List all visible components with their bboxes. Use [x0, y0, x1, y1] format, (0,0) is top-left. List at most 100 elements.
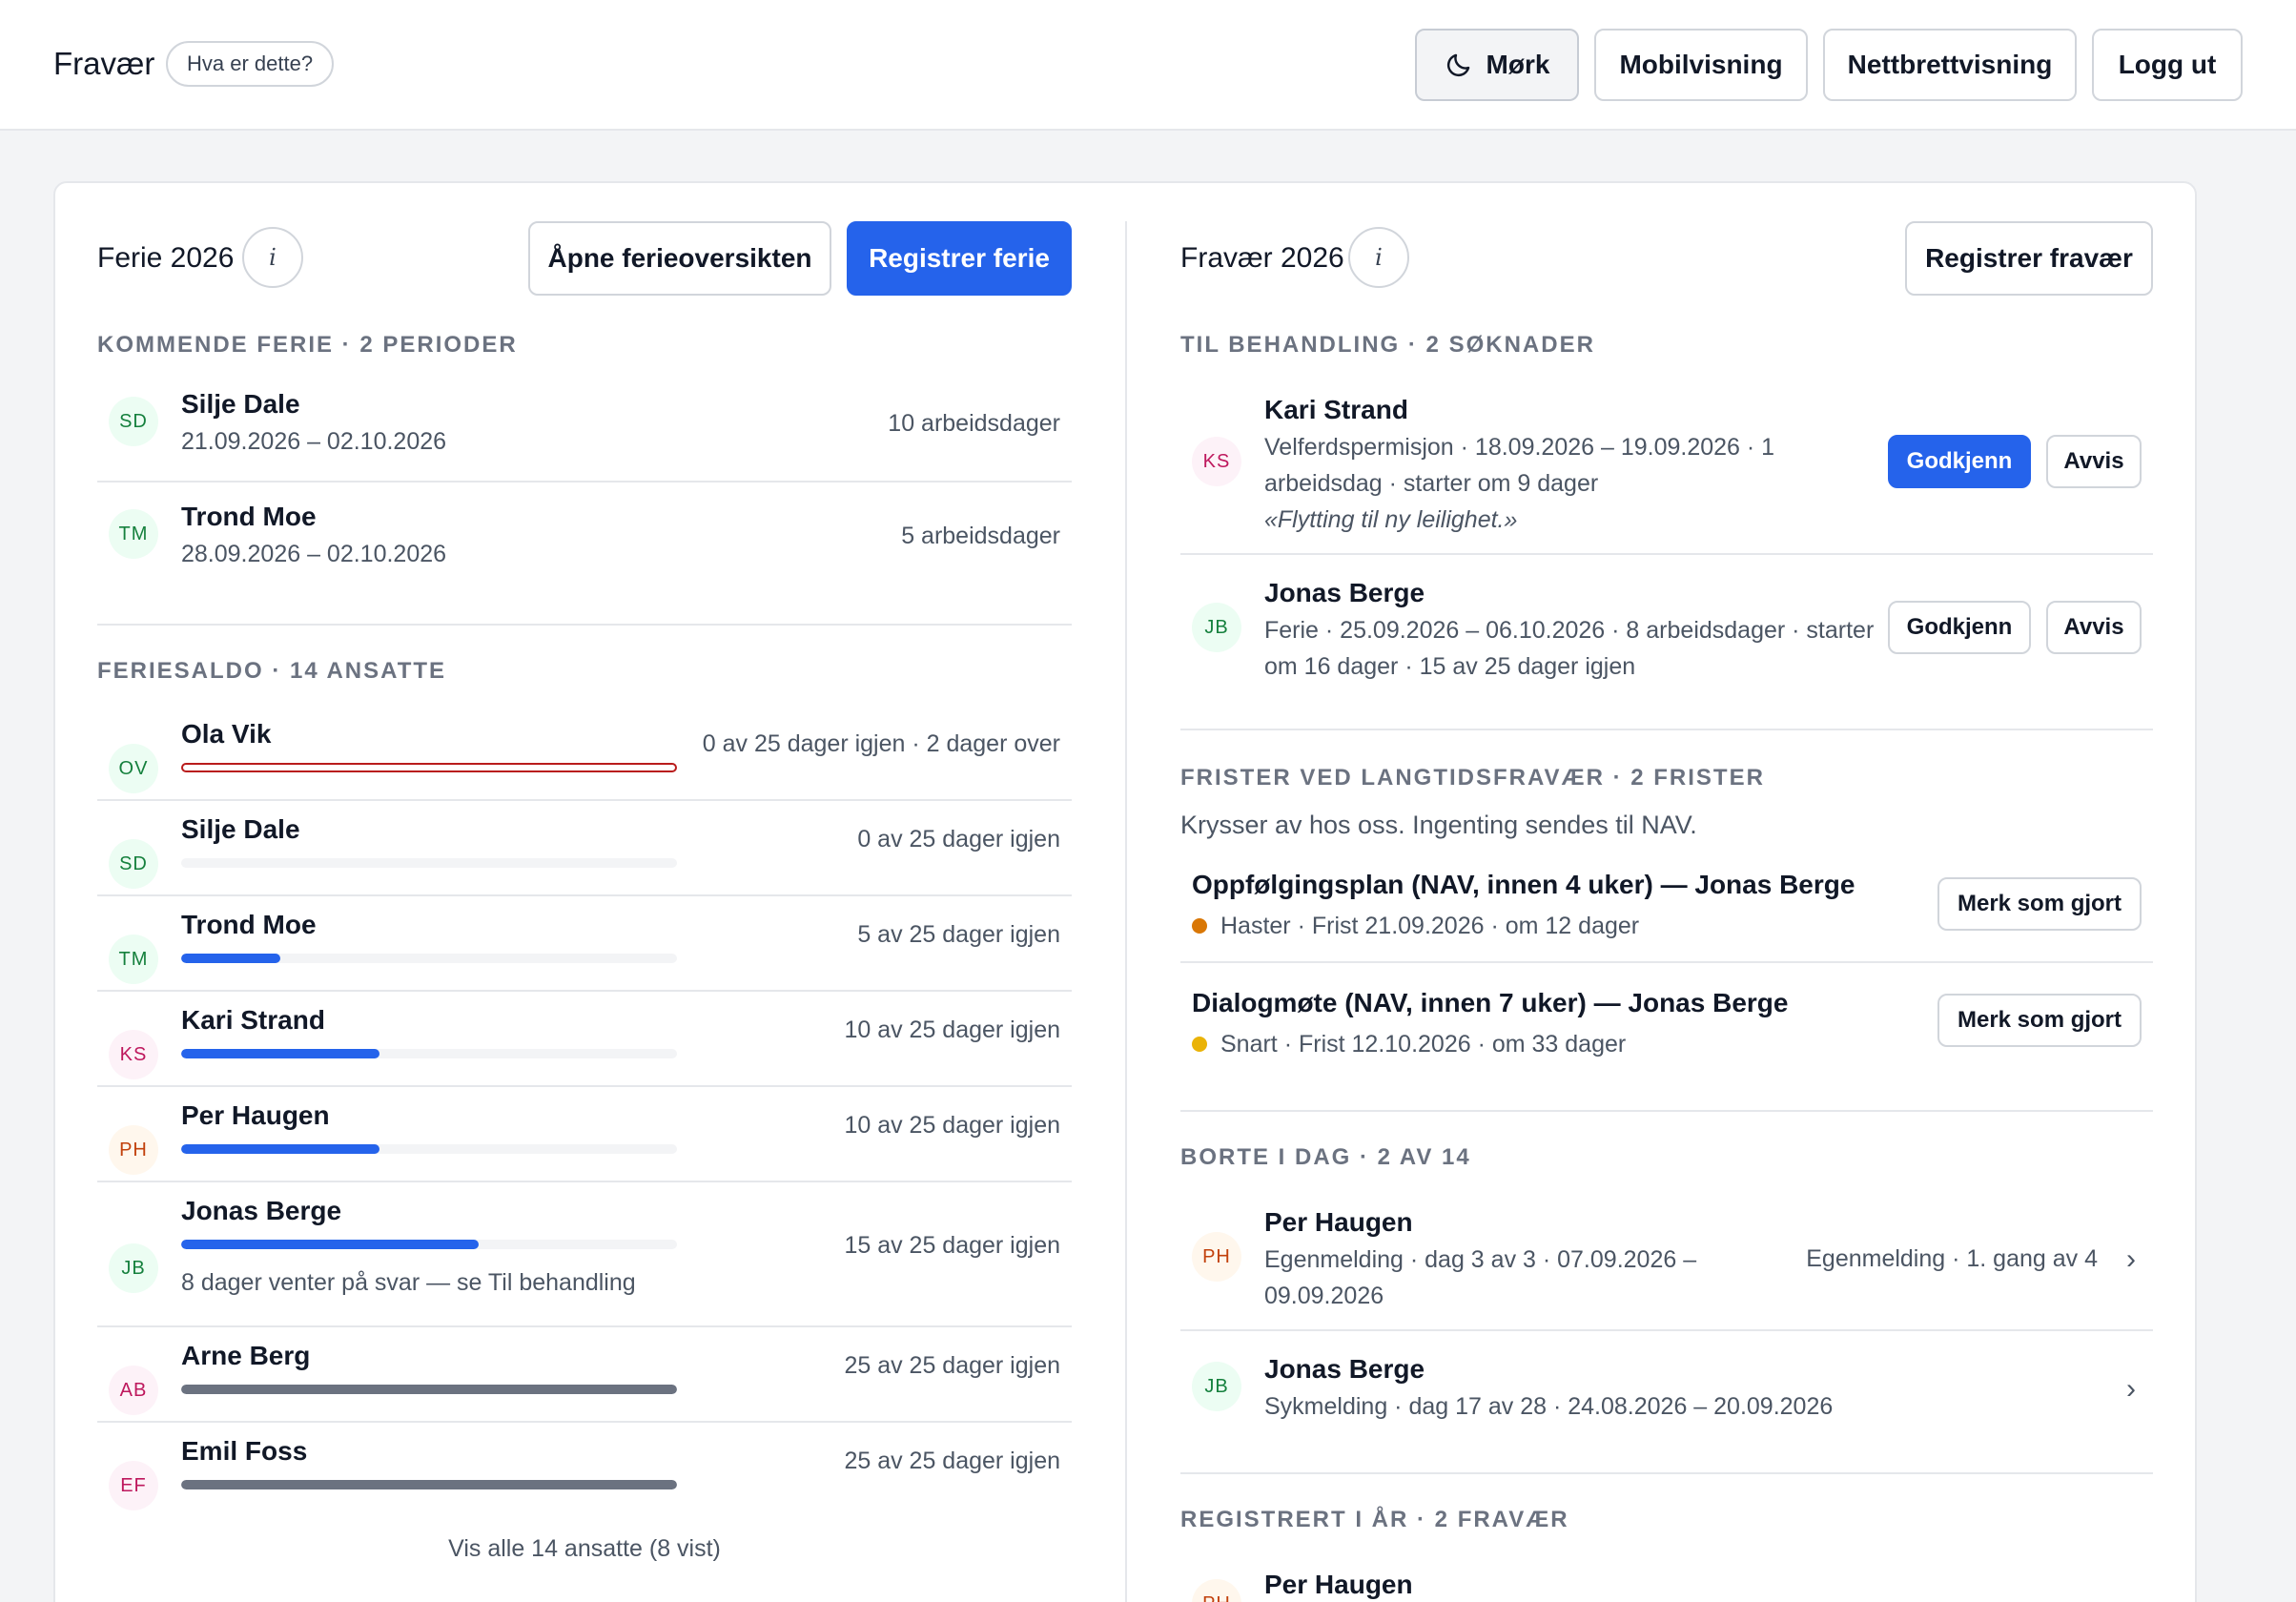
balance-bar — [181, 1240, 677, 1249]
workday-count: 5 arbeidsdager — [901, 523, 1060, 549]
balance-bar-fill — [181, 954, 280, 963]
employee-name: Silje Dale — [181, 814, 300, 844]
employee-name: Trond Moe — [181, 910, 317, 939]
dark-mode-button[interactable]: Mørk — [1415, 29, 1579, 101]
balance-bar — [181, 1480, 677, 1489]
divider — [97, 1325, 1072, 1327]
approve-button[interactable]: Godkjenn — [1888, 435, 2031, 488]
balance-bar-overdrawn — [181, 763, 677, 772]
vacation-dates: 21.09.2026 – 02.10.2026 — [181, 428, 447, 455]
vacation-balance-text: 25 av 25 dager igjen — [844, 1448, 1060, 1474]
pending-details-line: om 16 dager · 15 av 25 dager igjen — [1264, 653, 1636, 680]
logout-button[interactable]: Logg ut — [2092, 29, 2243, 101]
approve-button[interactable]: Godkjenn — [1888, 601, 2031, 654]
away-name: Per Haugen — [1264, 1207, 1413, 1237]
help-pill[interactable]: Hva er dette? — [166, 41, 335, 87]
vacation-balance-text: 10 av 25 dager igjen — [844, 1112, 1060, 1139]
employee-name: Silje Dale — [181, 389, 300, 419]
divider — [1180, 1472, 2153, 1474]
balance-bar — [181, 858, 677, 868]
balance-bar-fill — [181, 1385, 677, 1394]
deadline-title: Dialogmøte (NAV, innen 7 uker) — Jonas B… — [1192, 988, 1789, 1017]
avatar: JB — [1192, 603, 1241, 652]
mobile-view-button[interactable]: Mobilvisning — [1594, 29, 1808, 101]
upcoming-vacation-label: KOMMENDE FERIE · 2 PERIODER — [97, 332, 518, 358]
vacation-title: Ferie 2026 — [97, 242, 235, 274]
avatar: TM — [109, 509, 158, 559]
avatar: JB — [1192, 1362, 1241, 1411]
divider — [97, 990, 1072, 992]
info-icon[interactable]: i — [1348, 227, 1409, 288]
avatar: SD — [109, 839, 158, 889]
deadlines-intro: Krysser av hos oss. Ingenting sendes til… — [1180, 811, 1697, 839]
away-details: Egenmelding · dag 3 av 3 · 07.09.2026 – … — [1264, 1242, 1760, 1314]
avatar: KS — [109, 1030, 158, 1079]
balance-bar — [181, 1049, 677, 1058]
divider — [1180, 553, 2153, 555]
deadline-status: Snart · Frist 12.10.2026 · om 33 dager — [1220, 1031, 1627, 1058]
divider — [97, 1181, 1072, 1182]
divider — [97, 894, 1072, 896]
register-vacation-button[interactable]: Registrer ferie — [847, 221, 1072, 296]
pending-details-line: Ferie · 25.09.2026 – 06.10.2026 · 8 arbe… — [1264, 617, 1875, 644]
tablet-view-button[interactable]: Nettbrettvisning — [1823, 29, 2077, 101]
balance-bar — [181, 1385, 677, 1394]
employee-name: Emil Foss — [181, 1436, 308, 1466]
vacation-balance-text: 5 av 25 dager igjen — [857, 921, 1060, 948]
registered-label: REGISTRERT I ÅR · 2 FRAVÆR — [1180, 1507, 1569, 1532]
balance-bar-fill — [181, 1480, 677, 1489]
balance-bar — [181, 954, 677, 963]
registered-name: Per Haugen — [1264, 1570, 1413, 1599]
mark-done-button[interactable]: Merk som gjort — [1937, 877, 2142, 931]
divider — [1180, 961, 2153, 963]
chevron-right-icon[interactable]: › — [2126, 1373, 2136, 1406]
workday-count: 10 arbeidsdager — [888, 410, 1060, 437]
chevron-right-icon[interactable]: › — [2126, 1243, 2136, 1276]
app-title: Fravær — [53, 46, 155, 81]
moon-icon — [1446, 53, 1469, 77]
avatar: EF — [109, 1461, 158, 1510]
vacation-balance-text: 10 av 25 dager igjen — [844, 1017, 1060, 1043]
avatar: OV — [109, 744, 158, 793]
divider — [97, 481, 1072, 483]
top-bar: Fravær Hva er dette? Mørk Mobilvisning N… — [0, 0, 2296, 131]
employee-name: Trond Moe — [181, 502, 317, 531]
pending-details: Velferdspermisjon · 18.09.2026 – 19.09.2… — [1264, 429, 1894, 538]
balance-bar-fill — [181, 1049, 379, 1058]
avatar: PH — [109, 1125, 158, 1175]
deadline-title: Oppfølgingsplan (NAV, innen 4 uker) — Jo… — [1192, 870, 1855, 899]
balance-bar-fill — [181, 1240, 479, 1249]
pending-details-line: Velferdspermisjon · 18.09.2026 – 19.09.2… — [1264, 434, 1775, 461]
info-icon[interactable]: i — [242, 227, 303, 288]
avatar: PH — [1192, 1232, 1241, 1282]
vacation-dates: 28.09.2026 – 02.10.2026 — [181, 541, 447, 567]
register-absence-button[interactable]: Registrer fravær — [1905, 221, 2153, 296]
vacation-balance-text: 25 av 25 dager igjen — [844, 1352, 1060, 1379]
pending-name: Jonas Berge — [1264, 578, 1425, 607]
away-name: Jonas Berge — [1264, 1354, 1425, 1384]
divider — [97, 1421, 1072, 1423]
away-details-line: 09.09.2026 — [1264, 1283, 1384, 1309]
reject-button[interactable]: Avvis — [2046, 435, 2142, 488]
pending-details: Ferie · 25.09.2026 – 06.10.2026 · 8 arbe… — [1264, 612, 1875, 685]
employee-name: Per Haugen — [181, 1100, 330, 1130]
divider — [97, 624, 1072, 626]
divider — [1180, 1110, 2153, 1112]
balance-bar — [181, 1144, 677, 1154]
away-details-line: Egenmelding · dag 3 av 3 · 07.09.2026 – — [1264, 1246, 1697, 1273]
pending-details-line: arbeidsdag · starter om 9 dager — [1264, 470, 1599, 497]
deadline-status: Haster · Frist 21.09.2026 · om 12 dager — [1220, 913, 1640, 939]
mark-done-button[interactable]: Merk som gjort — [1937, 994, 2142, 1047]
away-status: Egenmelding · 1. gang av 4 — [1806, 1245, 2098, 1272]
divider — [97, 1085, 1072, 1087]
vacation-balance-text: 0 av 25 dager igjen — [857, 826, 1060, 852]
show-all-employees-link[interactable]: Vis alle 14 ansatte (8 vist) — [97, 1535, 1072, 1563]
pending-quote: «Flytting til ny leilighet.» — [1264, 506, 1518, 533]
avatar: JB — [109, 1243, 158, 1293]
reject-button[interactable]: Avvis — [2046, 601, 2142, 654]
employee-name: Ola Vik — [181, 719, 272, 749]
open-vacation-overview-button[interactable]: Åpne ferieoversikten — [528, 221, 831, 296]
divider — [1180, 729, 2153, 730]
soon-status-dot — [1192, 1037, 1207, 1052]
avatar: SD — [109, 397, 158, 446]
